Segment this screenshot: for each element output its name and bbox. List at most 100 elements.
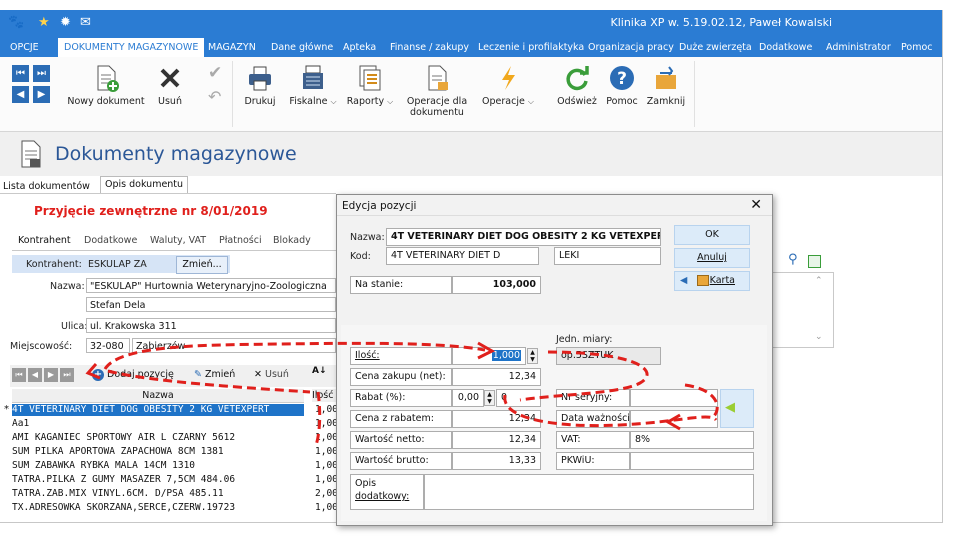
grid-last-icon[interactable]: ⏭ [60,368,74,382]
star-icon[interactable]: ★ [38,15,50,30]
calendar-icon[interactable] [808,255,821,268]
tab-kontrahent[interactable]: Kontrahent [18,235,71,246]
tab-opcje[interactable]: OPCJE [10,38,39,57]
qty-field[interactable]: 1,000 [452,347,526,365]
tab-magazyn[interactable]: MAGAZYN [208,38,256,57]
dialog-close-icon[interactable]: ✕ [750,197,762,213]
grid-header-name[interactable]: Nazwa [12,389,304,403]
reports-label: Raporty [346,96,385,107]
reports-dropdown-icon: ⌵ [387,97,394,106]
remove-position-button[interactable]: ✕ Usuń [254,369,289,380]
delete-button[interactable]: Usuń [152,63,188,107]
pkwiu-field[interactable] [630,452,754,470]
notes-panel[interactable] [771,272,834,348]
tab-administrator[interactable]: Administrator [826,38,891,57]
mail-icon[interactable]: ✉ [80,15,91,30]
undo-icon[interactable]: ↶ [208,87,221,106]
unit-field: op.5SZTUK [556,347,661,365]
tab-platnosci[interactable]: Płatności [219,235,262,246]
table-row[interactable]: TX.ADRESOWKA SKORZANA,SERCE,CZERW.19723 [12,502,304,514]
tab-lista-dokumentow[interactable]: Lista dokumentów [3,181,90,192]
city-field[interactable]: Zabierzów [132,338,336,353]
table-row[interactable]: 4T VETERINARY DIET DOG OBESITY 2 KG VETE… [12,404,304,416]
edit-position-button[interactable]: ✎ Zmień [194,369,235,380]
qty-spinner[interactable]: ▲ ▼ [527,348,538,364]
tab-opis-dokumentu[interactable]: Opis dokumentu [100,176,189,193]
refresh-button[interactable]: Odśwież [555,63,599,107]
operations-button[interactable]: Operacje ⌵ [478,63,538,107]
price-field[interactable]: 12,34 [452,368,541,386]
reports-button[interactable]: Raporty ⌵ [345,63,395,107]
description-field[interactable] [424,474,754,510]
contractor-code: ESKULAP ZA [88,259,147,270]
last-record-icon[interactable]: ⏭ [33,65,50,82]
help-button[interactable]: ? Pomoc [604,63,640,107]
expiry-field[interactable] [630,410,718,428]
table-row[interactable]: SUM ZABAWKA RYBKA MALA 14CM 1310 [12,460,304,472]
cancel-button[interactable]: Anuluj [674,248,750,268]
tab-dodatkowe-doc[interactable]: Dodatkowe [84,235,137,246]
street-field[interactable]: ul. Krakowska 311 [86,318,336,333]
ok-button[interactable]: OK [674,225,750,245]
tab-leczenie[interactable]: Leczenie i profilaktyka [478,38,584,57]
grid-first-icon[interactable]: ⏮ [12,368,26,382]
print-button[interactable]: Drukuj [240,63,280,107]
add-position-button[interactable]: + Dodaj pozycję [92,369,174,381]
tab-divider [0,193,336,194]
grid-next-icon[interactable]: ▶ [44,368,58,382]
gear-icon[interactable]: ✹ [60,15,71,30]
new-document-label: Nowy dokument [67,96,145,107]
tab-pomoc[interactable]: Pomoc [901,38,933,57]
cash-register-icon [303,65,323,89]
dialog-name-field[interactable]: 4T VETERINARY DIET DOG OBESITY 2 KG VETE… [386,228,661,246]
table-row[interactable]: TATRA.PILKA Z GUMY MASAZER 7,5CM 484.06 [12,474,304,486]
card-icon [697,275,709,286]
tab-dodatkowe[interactable]: Dodatkowe [759,38,812,57]
tab-finanse[interactable]: Finanse / zakupy [390,38,469,57]
ribbon: ⏮ ⏭ ◀ ▶ Nowy dokument Usuń ✔ ↶ Drukuj Fi… [0,57,942,132]
vat-field[interactable]: 8% [630,431,754,449]
contractor-name2-field[interactable]: Stefan Dela [86,297,336,312]
grid-header-qty[interactable]: Ilość [312,389,338,402]
scroll-down-icon[interactable]: ⌄ [815,332,823,342]
add-position-label: Dodaj pozycję [107,369,174,380]
contractor-name-field[interactable]: "ESKULAP" Hurtownia Weterynaryjno-Zoolog… [86,278,336,293]
city-label: Miejscowość: [10,341,73,352]
fiscal-button[interactable]: Fiskalne ⌵ [286,63,340,107]
document-operations-button[interactable]: Operacje dla dokumentu [404,63,470,118]
scroll-up-icon[interactable]: ⌃ [815,276,823,286]
discount-value-field[interactable]: 0 [496,389,541,407]
row-marker: * [4,404,9,415]
next-record-icon[interactable]: ▶ [33,86,50,103]
dialog-code-field[interactable]: 4T VETERINARY DIET D [386,247,539,265]
new-document-button[interactable]: Nowy dokument [66,63,146,107]
dialog-group-field[interactable]: LEKI [554,247,661,265]
tab-apteka[interactable]: Apteka [343,38,376,57]
tab-organizacja[interactable]: Organizacja pracy [588,38,674,57]
prev-record-icon[interactable]: ◀ [12,86,29,103]
discount-spinner[interactable]: ▲ ▼ [484,390,495,406]
change-contractor-button[interactable]: Zmień... [176,256,228,274]
sort-az-icon[interactable]: A↓ [312,366,327,376]
accept-icon[interactable]: ✔ [208,63,222,83]
card-button[interactable]: ◀ Karta [674,271,750,291]
table-row[interactable]: AMI KAGANIEC SPORTOWY AIR L CZARNY 5612 [12,432,304,444]
table-row[interactable]: Aa1 [12,418,304,430]
close-button[interactable]: Zamknij [644,63,688,107]
tab-dokumenty-magazynowe[interactable]: DOKUMENTY MAGAZYNOWE [58,38,205,57]
serial-field[interactable] [630,389,718,407]
serial-picker-button[interactable]: ◀ [720,389,754,428]
zip-field[interactable]: 32-080 [86,338,130,353]
first-record-icon[interactable]: ⏮ [12,65,29,82]
discount-field[interactable]: 0,00 [452,389,484,407]
tab-blokady[interactable]: Blokady [273,235,311,246]
tab-dane-glowne[interactable]: Dane główne [271,38,333,57]
table-row[interactable]: TATRA.ZAB.MIX VINYL.6CM. D/PSA 485.11 [12,488,304,500]
search-icon[interactable]: ⚲ [788,252,798,267]
tab-waluty-vat[interactable]: Waluty, VAT [150,235,206,246]
table-row[interactable]: SUM PILKA APORTOWA ZAPACHOWA 8CM 1381 [12,446,304,458]
tab-duze-zwierzeta[interactable]: Duże zwierzęta [679,38,752,57]
operations-label: Operacje [482,96,525,107]
discounted-price-field[interactable]: 12,34 [452,410,541,428]
grid-prev-icon[interactable]: ◀ [28,368,42,382]
